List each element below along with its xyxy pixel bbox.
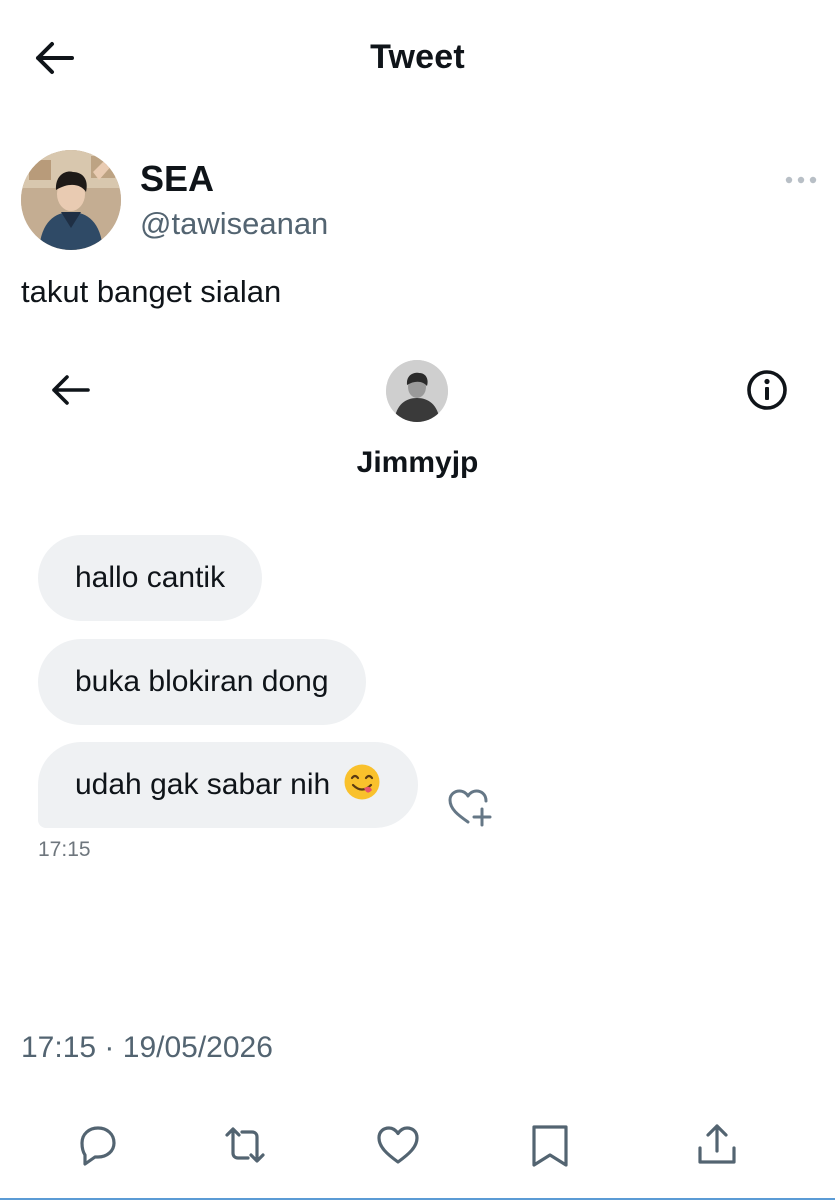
reply-icon[interactable] — [72, 1120, 122, 1170]
author-handle[interactable]: @tawiseanan — [140, 206, 328, 242]
tweet-time: 17:15 — [21, 1031, 97, 1064]
bookmark-icon[interactable] — [525, 1120, 575, 1170]
message-bubble: udah gak sabar nih — [38, 742, 418, 828]
message-text: udah gak sabar nih — [75, 768, 331, 801]
message-text: hallo cantik — [75, 561, 226, 594]
message-timestamp: 17:15 — [38, 838, 91, 861]
message-text: buka blokiran dong — [75, 665, 329, 698]
like-icon[interactable] — [373, 1120, 423, 1170]
tweet-text: takut banget sialan — [21, 274, 282, 309]
page-title: Tweet — [370, 38, 465, 76]
message-bubble: buka blokiran dong — [38, 639, 366, 725]
author-avatar[interactable] — [21, 150, 121, 250]
share-icon[interactable] — [692, 1120, 742, 1170]
tweet-action-bar — [0, 1120, 835, 1180]
retweet-icon[interactable] — [220, 1120, 270, 1170]
author-name[interactable]: SEA — [140, 158, 214, 200]
savoring-food-face-icon — [343, 749, 381, 800]
dm-contact-name: Jimmyjp — [356, 446, 479, 479]
tweet-detail-screen: Tweet SEA @tawiseanan takut banget siala… — [0, 0, 835, 1200]
dm-contact-avatar — [386, 360, 448, 422]
tweet-timestamp: 17:15 · 19/05/2026 — [21, 1031, 273, 1065]
dm-back-arrow-icon — [48, 370, 92, 410]
message-bubble: hallo cantik — [38, 535, 263, 621]
tweet-date: 19/05/2026 — [122, 1031, 273, 1064]
info-circle-icon — [744, 367, 790, 413]
more-horizontal-icon[interactable] — [784, 170, 818, 190]
meta-separator: · — [104, 1031, 115, 1064]
heart-plus-icon — [446, 787, 494, 829]
